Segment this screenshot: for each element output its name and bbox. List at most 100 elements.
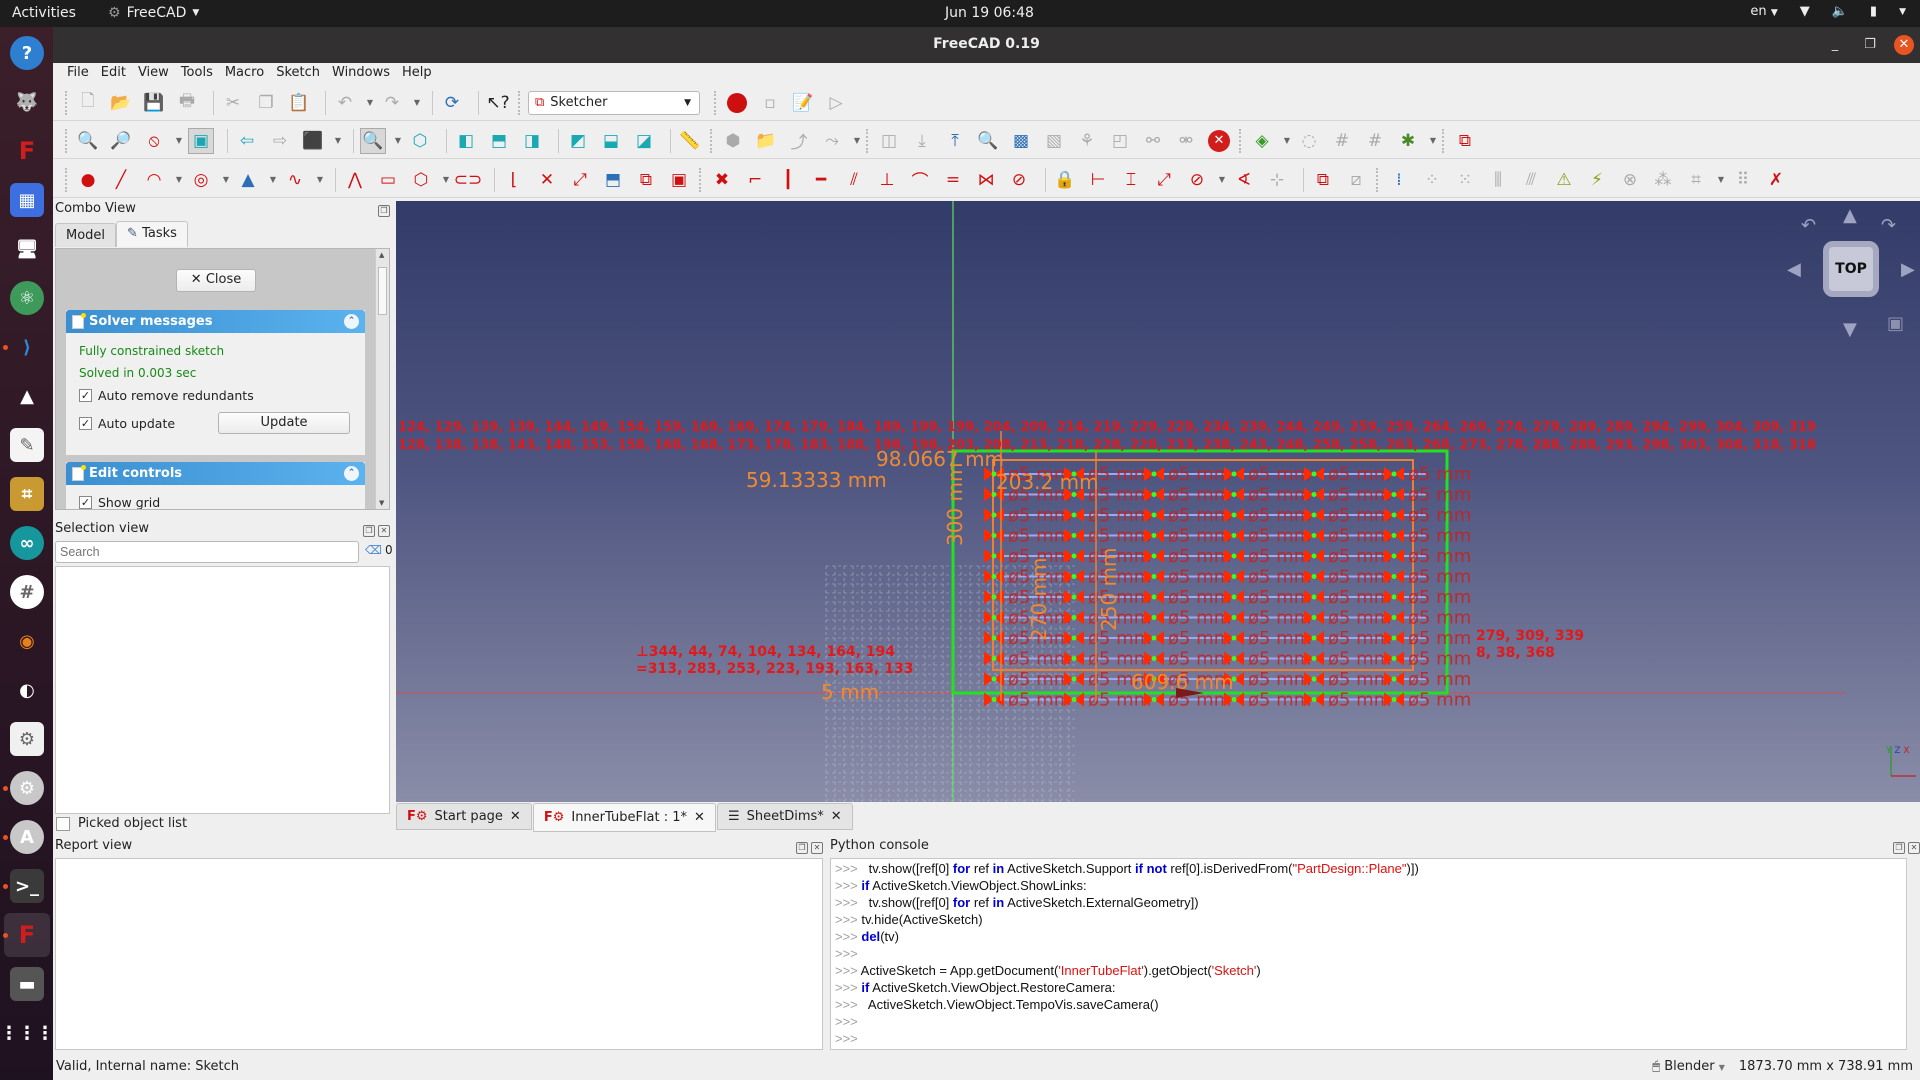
rotate-cw-icon[interactable]: ↷ — [1881, 215, 1896, 236]
close-tab-icon[interactable]: ✕ — [694, 810, 705, 825]
rotate-right-icon[interactable]: ▶ — [1901, 259, 1915, 280]
constrain-horizontal-icon[interactable]: ━ — [808, 167, 834, 193]
grid-icon[interactable]: # — [1329, 128, 1355, 154]
float-panel-icon[interactable]: ❐ — [378, 205, 390, 217]
menu-file[interactable]: File — [61, 63, 95, 84]
rotate-ccw-icon[interactable]: ↶ — [1801, 215, 1816, 236]
create-fillet-icon[interactable]: ⌊ — [501, 167, 527, 193]
dock-app-inkscape-icon[interactable]: ▲ — [10, 379, 44, 413]
circle-dropdown-icon[interactable]: ▼ — [221, 167, 231, 193]
dock-app-slack-icon[interactable]: # — [10, 575, 44, 609]
view-rear-icon[interactable]: ◩ — [565, 128, 591, 154]
rotate-left-icon[interactable]: ◀ — [1787, 259, 1801, 280]
select-redundant-constraints-icon[interactable]: ⚠ — [1551, 167, 1577, 193]
paste-icon[interactable]: 📋 — [286, 90, 312, 116]
fit-all-icon[interactable]: 🔍 — [75, 128, 101, 154]
rotate-down-icon[interactable]: ▼ — [1843, 319, 1857, 340]
toolbar-grip[interactable] — [1239, 128, 1243, 153]
bspline-tools-icon[interactable]: ✱ — [1395, 128, 1421, 154]
toolbar-grip[interactable] — [65, 167, 69, 192]
record-macro-icon[interactable] — [724, 90, 750, 116]
language-indicator[interactable]: en ▼ — [1750, 4, 1777, 19]
menu-macro[interactable]: Macro — [219, 63, 270, 84]
run-macro-icon[interactable]: ▷ — [823, 90, 849, 116]
select-elements-with-dof-icon[interactable]: ⊗ — [1617, 167, 1643, 193]
merge-sketches-icon[interactable]: ⚘ — [1074, 128, 1100, 154]
dock-app-show-applications-icon[interactable]: ⋮⋮⋮ — [0, 1016, 54, 1050]
tab-model[interactable]: Model — [55, 223, 117, 247]
symmetry-icon[interactable]: ⌗ — [1683, 167, 1709, 193]
close-panel-icon[interactable]: ✕ — [378, 525, 390, 537]
toolbar-grip[interactable] — [1442, 128, 1446, 153]
constrain-coincident-icon[interactable]: ✖ — [709, 167, 735, 193]
create-conic-icon[interactable]: ▲ — [235, 167, 261, 193]
toggle-construction-icon[interactable]: ◈ — [1249, 128, 1275, 154]
create-polygon-icon[interactable]: ⬡ — [408, 167, 434, 193]
undo-icon[interactable]: ↶ — [332, 90, 358, 116]
edit-sketch-icon[interactable]: ⚯ — [1140, 128, 1166, 154]
edit-controls-header[interactable]: Edit controls ⌃ — [66, 462, 365, 485]
create-slot-icon[interactable]: ⊂⊃ — [454, 167, 483, 193]
dock-app-blender-icon[interactable]: ◉ — [10, 624, 44, 658]
doc-tab-sheetdims[interactable]: ☰ SheetDims* ✕ — [716, 803, 853, 830]
menu-sketch[interactable]: Sketch — [270, 63, 326, 84]
construction-dropdown-icon[interactable]: ▼ — [1282, 128, 1292, 154]
delete-all-constraints-icon[interactable]: ✗ — [1763, 167, 1789, 193]
undo-dropdown-icon[interactable]: ▼ — [365, 90, 375, 116]
draw-style-dropdown-icon[interactable]: ▼ — [174, 128, 184, 154]
external-geometry-icon[interactable]: ⬒ — [600, 167, 626, 193]
dock-app-freecad-active-icon[interactable]: F — [10, 918, 44, 952]
constrain-parallel-icon[interactable]: ⫽ — [841, 167, 867, 193]
cut-icon[interactable]: ✂ — [220, 90, 246, 116]
constrain-point-on-object-icon[interactable]: ⌐ — [742, 167, 768, 193]
collapse-icon[interactable]: ⌃ — [344, 314, 359, 329]
activities-button[interactable]: Activities — [12, 5, 76, 21]
dock-app-fritzing-icon[interactable]: ⌗ — [10, 477, 44, 511]
select-horizontal-axis-icon[interactable]: ⫻ — [1518, 167, 1544, 193]
grid-snap-icon[interactable]: # — [1362, 128, 1388, 154]
dock-app-gimp-icon[interactable]: 🐺 — [10, 85, 44, 119]
show-hide-internal-geometry-icon[interactable]: ⁂ — [1650, 167, 1676, 193]
view-sketch-icon[interactable]: ◫ — [876, 128, 902, 154]
polygon-dropdown-icon[interactable]: ▼ — [441, 167, 451, 193]
copy-icon[interactable]: ❐ — [253, 90, 279, 116]
view-section-icon[interactable]: ▩ — [1008, 128, 1034, 154]
float-panel-icon[interactable]: ❐ — [796, 842, 808, 854]
zoom-icon[interactable]: 🔍 — [360, 127, 386, 154]
toolbar-grip[interactable] — [710, 128, 714, 153]
toolbar-grip[interactable] — [518, 90, 522, 115]
select-constraints-icon[interactable]: ⁘ — [1419, 167, 1445, 193]
task-panel-scrollbar[interactable]: ▲ ▼ — [375, 249, 389, 509]
bspline-icon[interactable]: ◌ — [1296, 128, 1322, 154]
dock-app-software-updater-icon[interactable]: A — [10, 820, 44, 854]
doc-tab-start-page[interactable]: F⚙ Start page ✕ — [396, 803, 532, 830]
sketch-merge-icon[interactable]: ⚮ — [1173, 128, 1199, 154]
dock-app-help-icon[interactable]: ? — [10, 36, 44, 70]
fit-selection-icon[interactable]: 🔎 — [108, 128, 134, 154]
create-polyline-icon[interactable]: ⋀ — [342, 167, 368, 193]
draw-style-icon[interactable]: ⦸ — [141, 128, 167, 154]
edit-macro-icon[interactable]: 📝 — [790, 90, 816, 116]
bounding-box-icon[interactable]: ▣ — [188, 127, 214, 154]
create-group-icon[interactable]: 📁 — [753, 128, 779, 154]
dock-app-settings-alt-icon[interactable]: ⚙ — [10, 722, 44, 756]
close-tab-icon[interactable]: ✕ — [510, 809, 521, 824]
dock-app-freecad-icon[interactable]: F — [10, 134, 44, 168]
constrain-distance-icon[interactable]: ⤢ — [1151, 167, 1177, 193]
save-icon[interactable]: 💾 — [141, 90, 167, 116]
auto-update-checkbox[interactable]: ✓ Auto update — [79, 416, 175, 431]
sync-view-icon[interactable]: ⬛ — [300, 128, 326, 154]
system-tray[interactable]: en ▼ ▼ 🔈 ▮ ▼ — [1750, 4, 1906, 19]
3d-viewport[interactable]: ø5 mm ø5 mm ø5 mm ø5 mm ø5 mm ø5 mm ø5 mm ø5 mm… — [396, 201, 1920, 802]
refresh-icon[interactable]: ⟳ — [439, 90, 465, 116]
bspline-dropdown-icon[interactable]: ▼ — [315, 167, 325, 193]
tab-tasks[interactable]: ✎ Tasks — [116, 221, 188, 247]
dock-app-text-editor-icon[interactable]: ✎ — [10, 428, 44, 462]
toolbar-grip[interactable] — [866, 128, 870, 153]
dock-app-system-settings-icon[interactable]: ⚙ — [10, 771, 44, 805]
app-menu[interactable]: ⚙ FreeCAD ▼ — [108, 5, 199, 21]
navigation-cube[interactable]: ▲ ↶ ↷ ◀ ▶ ▼ TOP ▣ — [1781, 201, 1920, 341]
show-grid-checkbox[interactable]: ✓ Show grid — [79, 495, 160, 509]
constrain-symmetric-icon[interactable]: ⋈ — [973, 167, 999, 193]
auto-remove-redundants-checkbox[interactable]: ✓ Auto remove redundants — [79, 388, 254, 403]
